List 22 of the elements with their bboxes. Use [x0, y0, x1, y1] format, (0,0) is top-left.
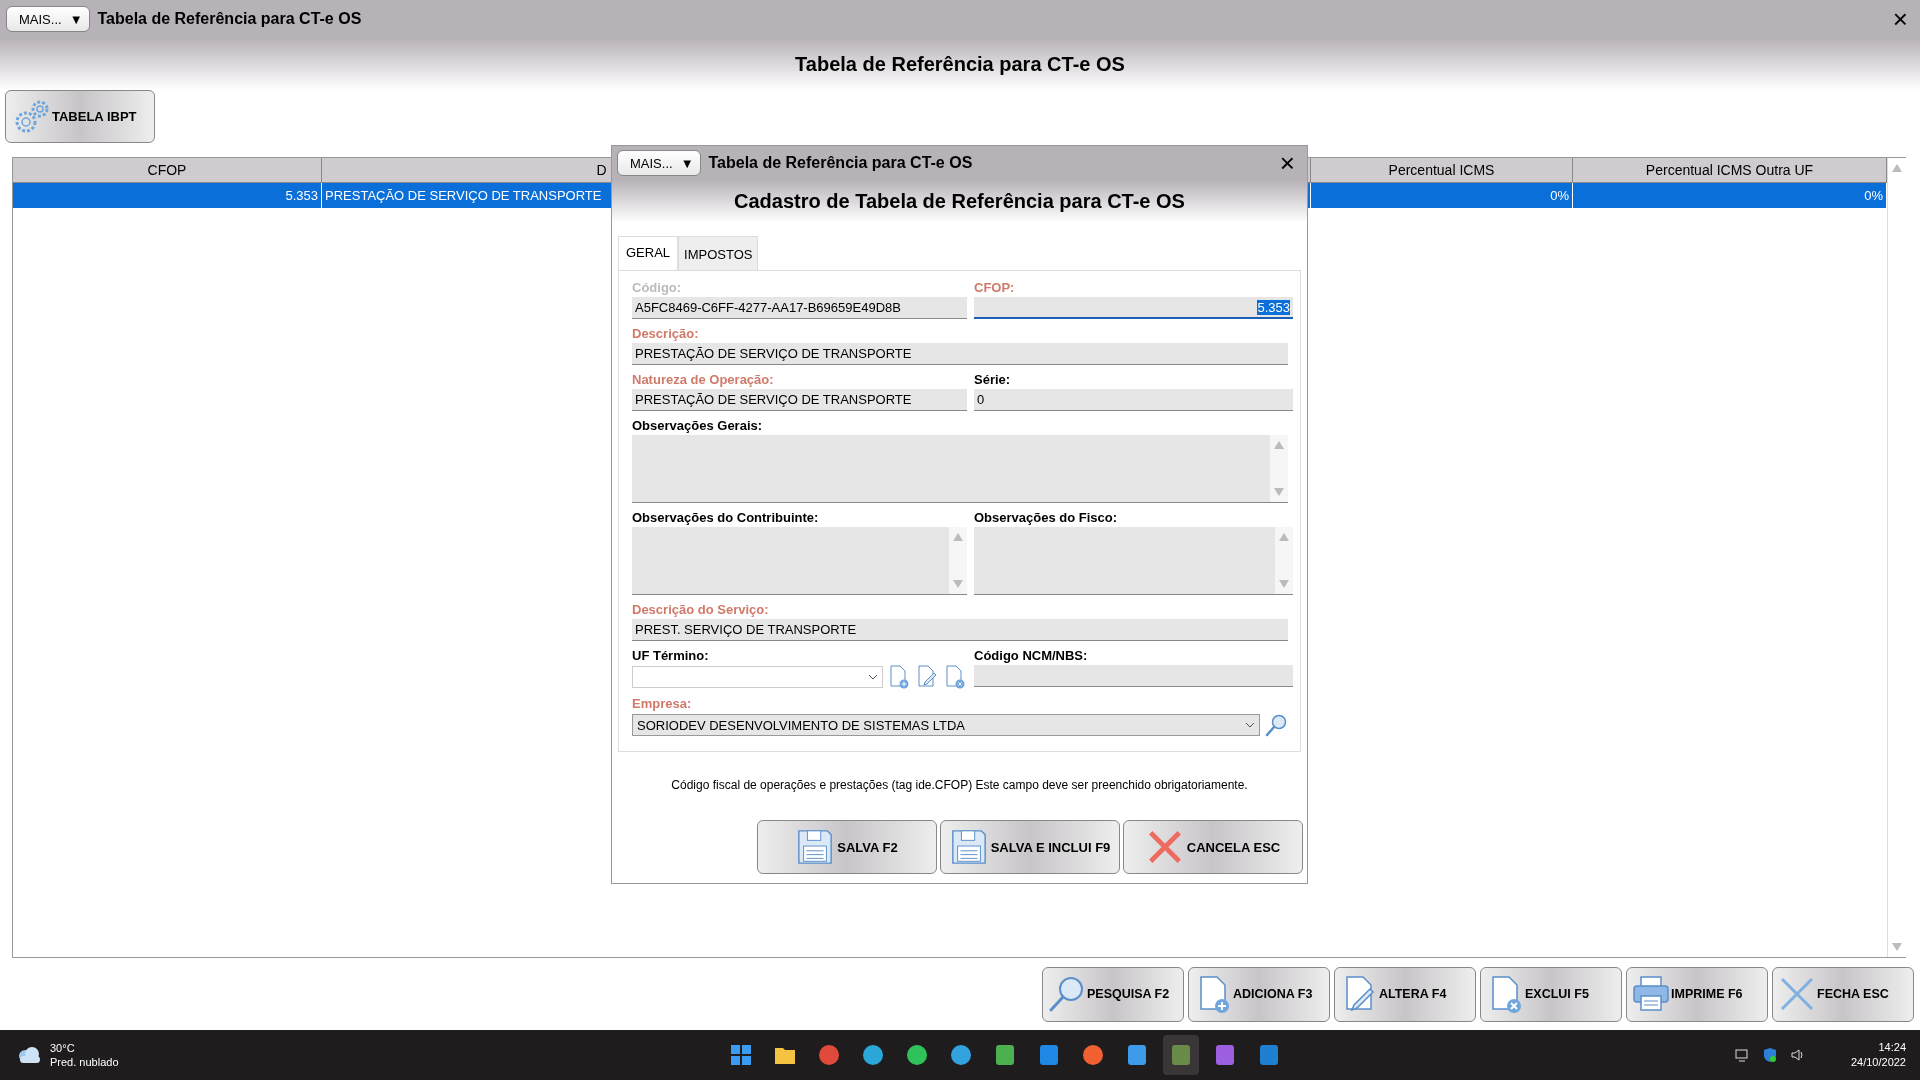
field-label: Natureza de Operação:: [632, 370, 775, 389]
field-label: Código NCM/NBS:: [974, 646, 1089, 665]
field-label: Descrição do Serviço:: [632, 600, 770, 619]
field-label: Observações do Fisco:: [974, 508, 1119, 527]
weather-condition: Pred. nublado: [50, 1055, 119, 1069]
window-title: Tabela de Referência para CT-e OS: [97, 10, 363, 28]
table-cell: 0%: [1311, 183, 1573, 208]
field-label: CFOP:: [974, 278, 1016, 297]
field-label: Observações Gerais:: [632, 416, 764, 435]
clock-date: 24/10/2022: [1850, 1055, 1906, 1070]
table-cell: 5.353: [13, 183, 322, 208]
field-label: Descrição:: [632, 324, 700, 343]
field-label: Empresa:: [632, 694, 693, 713]
table-cell: 0%: [1573, 183, 1887, 208]
field-label: Observações do Contribuinte:: [632, 508, 820, 527]
help-text: Código fiscal de operações e prestações (tag ide.CFOP) Este campo deve ser preenchido obrigatoriamente.: [670, 777, 1249, 794]
page-heading: Tabela de Referência para CT-e OS: [795, 52, 1125, 76]
temperature: 30°C: [50, 1041, 76, 1055]
clock-time: 14:24: [1878, 1040, 1906, 1055]
field-label: Código:: [632, 278, 683, 297]
field-label: Série:: [974, 370, 1012, 389]
field-label: UF Término:: [632, 646, 710, 665]
